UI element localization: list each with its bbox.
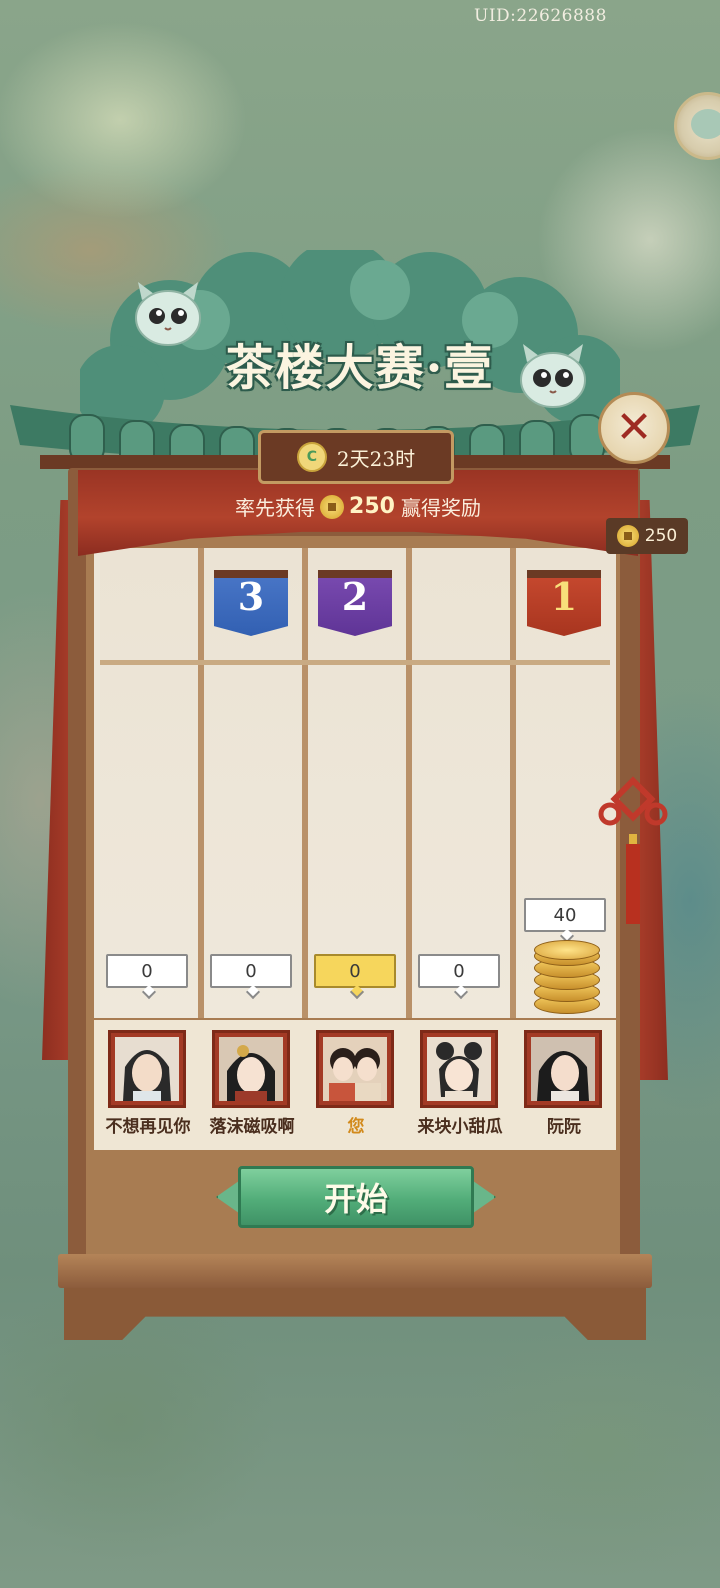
uid-label: UID:22626888 <box>474 6 607 26</box>
my-score-bubble: 0 <box>314 954 396 988</box>
lane-divider <box>510 548 516 1018</box>
clock-icon: C <box>296 442 327 472</box>
start-button[interactable]: 开始 <box>238 1166 474 1228</box>
reward-tag[interactable]: 250 <box>606 518 688 554</box>
goal-prefix: 率先获得 <box>235 496 316 520</box>
player-avatar[interactable] <box>108 1030 186 1108</box>
my-avatar[interactable] <box>316 1030 394 1108</box>
countdown-timer: C 2天23时 <box>258 430 454 484</box>
lane-divider <box>302 548 308 1018</box>
start-button-group: 开始 <box>216 1166 496 1230</box>
cabinet-base <box>58 1254 652 1288</box>
rank-flag-1: 1 <box>527 570 601 636</box>
event-title: 茶楼大赛·壹 <box>225 340 495 396</box>
avatar-portrait <box>219 1037 283 1101</box>
player-avatar[interactable] <box>524 1030 602 1108</box>
score-bubble: 0 <box>210 954 292 988</box>
coin-icon <box>616 525 639 547</box>
score-bubble: 40 <box>524 898 606 932</box>
avatar-portrait <box>323 1037 387 1101</box>
pet-cat-icon <box>691 109 720 139</box>
cat-mascot-left <box>135 282 201 346</box>
goal-amount: 250 <box>349 494 395 519</box>
score-bubble: 0 <box>106 954 188 988</box>
rank-flag-2: 2 <box>318 570 392 636</box>
chinese-knot-icon <box>598 776 668 924</box>
player-avatar[interactable] <box>212 1030 290 1108</box>
lane-divider <box>198 548 204 1018</box>
avatar-portrait <box>531 1037 595 1101</box>
reward-amount: 250 <box>644 526 678 546</box>
player-name: 落沫磁吸啊 <box>209 1117 295 1137</box>
rank-number: 3 <box>237 574 265 619</box>
my-player-name: 您 <box>347 1117 365 1137</box>
goal-suffix: 赢得奖励 <box>400 496 481 520</box>
lane-shelf <box>100 660 610 665</box>
player-name: 阮阮 <box>547 1117 581 1137</box>
cat-mascot-right <box>520 344 586 408</box>
rank-flag-3: 3 <box>214 570 288 636</box>
coin-icon <box>320 494 345 519</box>
close-button[interactable]: ✕ <box>598 392 670 464</box>
score-bubble: 0 <box>418 954 500 988</box>
rank-number: 2 <box>341 574 369 619</box>
player-name: 来块小甜瓜 <box>417 1117 503 1137</box>
player-avatar[interactable] <box>420 1030 498 1108</box>
rank-number: 1 <box>550 574 578 619</box>
race-lane <box>100 548 200 1018</box>
avatar-portrait <box>115 1037 179 1101</box>
close-icon: ✕ <box>615 402 653 453</box>
avatar-portrait <box>427 1037 491 1101</box>
goal-description: 率先获得 250 赢得奖励 <box>78 492 638 521</box>
lane-divider <box>406 548 412 1018</box>
coin-stack-icon <box>534 940 600 1014</box>
player-name: 不想再见你 <box>105 1117 191 1137</box>
timer-text: 2天23时 <box>336 446 416 471</box>
race-lane <box>412 548 512 1018</box>
